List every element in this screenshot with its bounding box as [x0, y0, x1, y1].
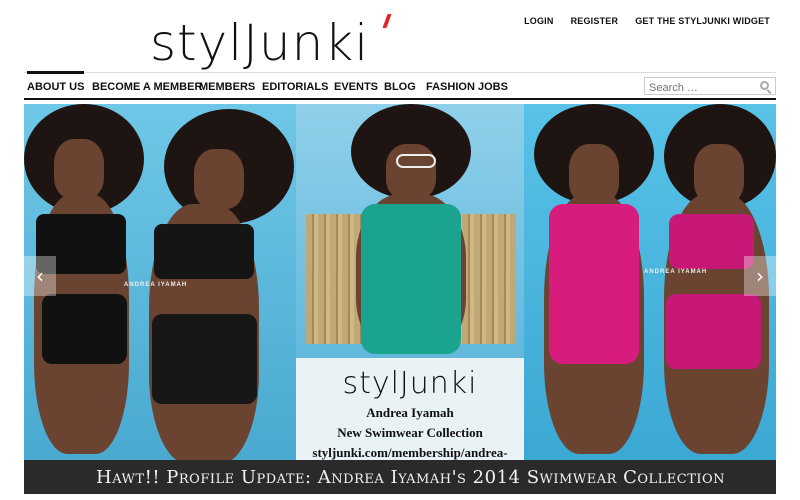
slide-photo-left: ANDREA IYAMAH	[24, 104, 296, 464]
site-logo[interactable]: stylJunki	[150, 8, 392, 72]
main-nav: ABOUT US BECOME A MEMBER MEMBERS EDITORI…	[24, 71, 776, 100]
slider-prev-button[interactable]: ‹	[24, 256, 56, 296]
slide-title-bar[interactable]: Hawt!! Profile Update: Andrea Iyamah's 2…	[24, 460, 776, 494]
nav-item-editorials[interactable]: EDITORIALS	[262, 73, 328, 99]
caption-collection: New Swimwear Collection	[337, 425, 483, 440]
top-links: LOGIN REGISTER GET THE STYLJUNKI WIDGET	[507, 16, 770, 26]
chevron-left-icon: ‹	[36, 264, 44, 288]
watermark-right: ANDREA IYAMAH	[644, 269, 708, 275]
watermark-left: ANDREA IYAMAH	[124, 282, 188, 288]
logo-text: stylJunki	[150, 14, 370, 72]
search-box	[644, 77, 776, 96]
nav-item-blog[interactable]: BLOG	[384, 73, 416, 99]
nav-item-fashion-jobs[interactable]: FASHION JOBS	[426, 73, 508, 99]
widget-link[interactable]: GET THE STYLJUNKI WIDGET	[635, 16, 770, 26]
slider-next-button[interactable]: ›	[744, 256, 776, 296]
nav-item-about-us[interactable]: ABOUT US	[27, 71, 85, 99]
caption-designer: Andrea Iyamah	[366, 405, 454, 420]
nav-item-become-a-member[interactable]: BECOME A MEMBER	[92, 73, 202, 99]
login-link[interactable]: LOGIN	[524, 16, 554, 26]
slide-photo-middle	[296, 104, 524, 358]
chevron-right-icon: ›	[756, 264, 764, 288]
search-icon[interactable]	[760, 81, 769, 90]
logo-accent-mark	[382, 14, 392, 28]
caption-logo: stylJunki	[342, 366, 478, 401]
featured-slider[interactable]: ANDREA IYAMAH stylJunki Andrea Iyamah Ne…	[24, 104, 776, 494]
slide-photo-right: ANDREA IYAMAH	[524, 104, 776, 460]
register-link[interactable]: REGISTER	[571, 16, 619, 26]
nav-item-events[interactable]: EVENTS	[334, 73, 378, 99]
nav-item-members[interactable]: MEMBERS	[199, 73, 255, 99]
slide-title[interactable]: Hawt!! Profile Update: Andrea Iyamah's 2…	[96, 467, 725, 488]
search-input[interactable]	[645, 80, 755, 96]
